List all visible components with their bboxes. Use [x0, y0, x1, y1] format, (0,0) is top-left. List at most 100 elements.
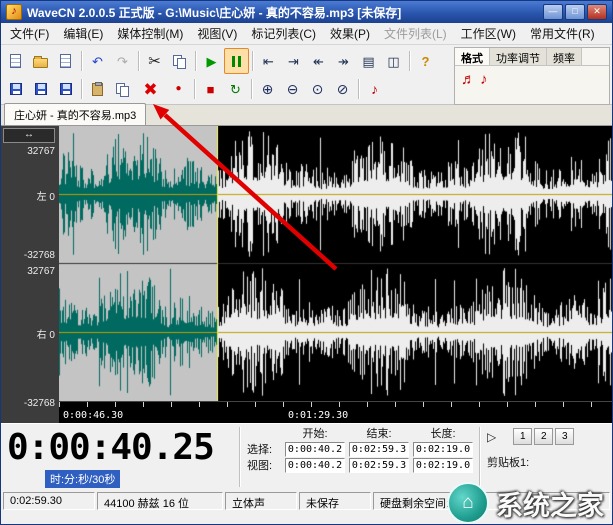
title-bar[interactable]: ♪ WaveCN 2.0.0.5 正式版 - G:\Music\庄心妍 - 真的…: [1, 1, 612, 23]
ruler-ch2-zero: 右 0: [3, 326, 55, 341]
disk-icon: [60, 83, 72, 95]
view-end-value: 0:02:59.3: [349, 458, 409, 473]
menu-item-recent-files[interactable]: 常用文件(R): [523, 22, 602, 45]
save-button[interactable]: [3, 76, 28, 102]
view-length-value: 0:02:19.0: [413, 458, 473, 473]
add-marker-button[interactable]: ◫: [381, 48, 406, 74]
panel-tab-format[interactable]: 格式: [455, 48, 490, 65]
bottom-panel: 0:00:40.25 时:分:秒/30秒 开始:结束:长度:选择:0:00:40…: [1, 423, 612, 491]
panel-tab-power-adjust[interactable]: 功率调节: [490, 48, 547, 65]
loop-button[interactable]: ↻: [223, 76, 248, 102]
save-as-button[interactable]: [28, 76, 53, 102]
menu-item-edit[interactable]: 编辑(E): [56, 22, 110, 45]
selection-row-label: 选择:: [247, 441, 283, 457]
time-display: 0:00:40.25: [7, 427, 235, 468]
range-tool-icon[interactable]: ↔: [3, 128, 55, 143]
amplitude-ruler: ↔ 32767 左 0 -32768 32767 右 0 -32768: [1, 126, 59, 423]
status-sample-format: 44100 赫兹 16 位: [97, 492, 223, 510]
goto-start-icon: ⇤: [263, 55, 274, 68]
pos-header-1: 结束:: [347, 425, 411, 441]
watermark-text: 系统之家: [496, 484, 604, 523]
note-icon: ♪: [371, 82, 378, 96]
clipboard-label: 剪贴板1:: [487, 454, 609, 470]
zoom-out-icon: ⊖: [287, 82, 299, 96]
paste-as-new-button[interactable]: [53, 48, 78, 74]
zoom-full-button[interactable]: ⊘: [330, 76, 355, 102]
document-tab[interactable]: 庄心妍 - 真的不容易.mp3: [4, 103, 146, 125]
watermark: ⌂ 系统之家: [447, 482, 604, 524]
document-tab-strip: 庄心妍 - 真的不容易.mp3: [1, 105, 612, 126]
ruler-ch2-max: 32767: [3, 266, 55, 277]
close-button[interactable]: ✕: [587, 4, 607, 20]
pos-header-2: 长度:: [411, 425, 475, 441]
record-button[interactable]: ●: [166, 76, 191, 102]
disk-icon: [10, 83, 22, 95]
format-panel-body: ♬ ♪: [455, 66, 609, 94]
menu-item-workspace[interactable]: 工作区(W): [454, 22, 523, 45]
divider: [479, 427, 480, 487]
menu-item-file[interactable]: 文件(F): [3, 22, 56, 45]
help-icon: ?: [422, 55, 430, 68]
save-all-button[interactable]: [53, 76, 78, 102]
music-notes-icon: ♬ ♪: [461, 71, 488, 88]
waveform-display[interactable]: [59, 126, 612, 401]
toolbar-separator: [252, 51, 253, 71]
marker-list-button[interactable]: ▤: [356, 48, 381, 74]
prev-marker-icon: ↞: [313, 55, 324, 68]
menu-item-view[interactable]: 视图(V): [190, 22, 244, 45]
help-button[interactable]: ?: [413, 48, 438, 74]
mix-paste-button[interactable]: [110, 76, 135, 102]
zoom-in-button[interactable]: ⊕: [255, 76, 280, 102]
timeline-ruler[interactable]: 0:00:46.30 0:01:29.30: [59, 401, 612, 423]
undo-icon: ↶: [92, 55, 103, 68]
window-title: WaveCN 2.0.0.5 正式版 - G:\Music\庄心妍 - 真的不容…: [27, 4, 538, 21]
redo-icon: ↷: [117, 55, 128, 68]
clipboard-area: ▷ 123 剪贴板1:: [487, 428, 609, 470]
redo-button[interactable]: ↷: [110, 48, 135, 74]
toolbar-row-1: ↶ ↷ ✂ ▶ ⇤ ⇥ ↞ ↠▤◫?: [3, 47, 449, 75]
status-channels: 立体声: [225, 492, 297, 510]
cut-icon: ✂: [148, 54, 161, 69]
undo-button[interactable]: ↶: [85, 48, 110, 74]
toolbar-separator: [138, 51, 139, 71]
open-file-button[interactable]: [28, 48, 53, 74]
menu-item-media-control[interactable]: 媒体控制(M): [110, 22, 190, 45]
zoom-full-icon: ⊘: [337, 82, 349, 96]
next-marker-button[interactable]: ↠: [331, 48, 356, 74]
timeline-label-2: 0:01:29.30: [288, 410, 348, 421]
zoom-selection-button[interactable]: ⊙: [305, 76, 330, 102]
ruler-ch2-min: -32768: [3, 398, 55, 409]
panel-tab-frequency[interactable]: 频率: [547, 48, 582, 65]
delete-button[interactable]: ✖: [135, 76, 166, 102]
toolbar-separator: [81, 51, 82, 71]
goto-end-button[interactable]: ⇥: [281, 48, 306, 74]
pause-button[interactable]: [224, 48, 249, 74]
copy-button[interactable]: [167, 48, 192, 74]
note-button[interactable]: ♪: [362, 76, 387, 102]
folder-icon: [33, 58, 48, 68]
cut-button[interactable]: ✂: [142, 48, 167, 74]
menu-item-file-list[interactable]: 文件列表(L): [377, 22, 454, 45]
menu-item-effects[interactable]: 效果(P): [323, 22, 377, 45]
view-start-value: 0:00:40.2: [285, 458, 345, 473]
stop-button[interactable]: ■: [198, 76, 223, 102]
clipboard-slot-1[interactable]: 1: [513, 428, 532, 445]
clipboard-slot-2[interactable]: 2: [534, 428, 553, 445]
status-total-length: 0:02:59.30: [3, 492, 95, 510]
clipboard-slot-3[interactable]: 3: [555, 428, 574, 445]
play-button[interactable]: ▶: [199, 48, 224, 74]
delete-icon: ✖: [143, 81, 157, 98]
maximize-button[interactable]: □: [565, 4, 585, 20]
selection-length-value: 0:02:19.0: [413, 442, 473, 457]
time-format-label[interactable]: 时:分:秒/30秒: [45, 470, 120, 488]
clipboard-icon: [92, 83, 103, 96]
goto-start-button[interactable]: ⇤: [256, 48, 281, 74]
prev-marker-button[interactable]: ↞: [306, 48, 331, 74]
paste-button[interactable]: [85, 76, 110, 102]
new-file-button[interactable]: [3, 48, 28, 74]
toolbar-row-2: ✖ ● ■↻ ⊕ ⊖ ⊙ ⊘ ♪: [3, 75, 449, 103]
zoom-out-button[interactable]: ⊖: [280, 76, 305, 102]
play-clipboard-icon[interactable]: ▷: [487, 430, 496, 444]
minimize-button[interactable]: —: [543, 4, 563, 20]
menu-item-marker-list[interactable]: 标记列表(C): [244, 22, 323, 45]
